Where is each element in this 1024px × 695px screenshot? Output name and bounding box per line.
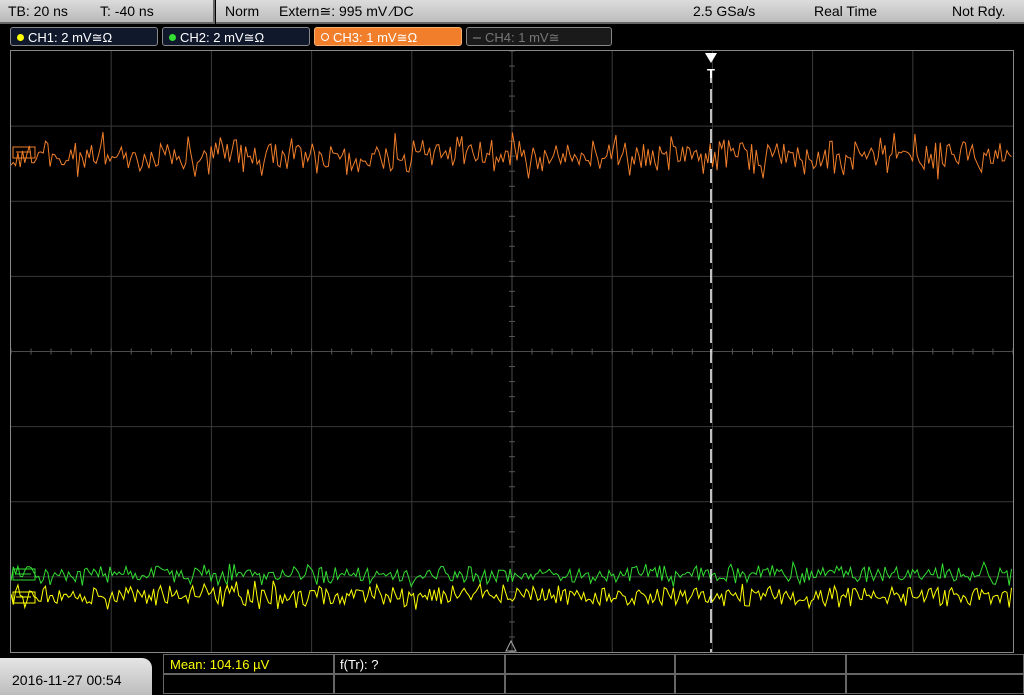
channel-4-off-icon [473,37,481,39]
channel-2-label: CH2: 2 mV≅Ω [180,30,265,45]
channel-3-label: CH3: 1 mV≅Ω [333,30,418,45]
trigger-marker-label: T [707,66,715,81]
measurement-cell-1[interactable]: Mean: 104.16 µV [163,654,334,674]
measurement-panel[interactable]: Mean: 104.16 µV f(Tr): ? [163,654,1024,695]
channel-1-trace [11,580,1012,610]
sample-rate: 2.5 GSa/s [693,3,756,19]
acquisition-mode: Real Time [814,3,878,19]
measurement-cell-8[interactable] [505,674,675,694]
datetime-box: 2016-11-27 00:54 [0,658,152,695]
timebase-label: TB: 20 ns [8,3,68,19]
channel-2-trace [11,560,1012,588]
footer-bar: 2016-11-27 00:54 Mean: 104.16 µV f(Tr): … [0,654,1024,695]
acquisition-bar[interactable]: Norm Extern≅: 995 mV ∕DC 2.5 GSa/s Real … [216,0,1024,24]
channel-1-label: CH1: 2 mV≅Ω [28,30,113,45]
measurement-cell-4[interactable] [675,654,846,674]
channel-3-button[interactable]: CH3: 1 mV≅Ω [314,27,462,46]
measurement-mean: Mean: 104.16 µV [170,657,270,672]
measurement-cell-9[interactable] [675,674,846,694]
status-indicator: Not Rdy. [952,3,1006,19]
measurement-cell-6[interactable] [163,674,334,694]
measurement-cell-5[interactable] [846,654,1024,674]
datetime-label: 2016-11-27 00:54 [12,672,122,688]
channel-1-button[interactable]: CH1: 2 mV≅Ω [10,27,158,46]
top-bar: TB: 20 ns T: -40 ns Norm Extern≅: 995 mV… [0,0,1024,24]
channel-2-button[interactable]: CH2: 2 mV≅Ω [162,27,310,46]
measurement-cell-3[interactable] [505,654,675,674]
trigger-position-icon[interactable] [705,53,717,63]
trigger-mode: Norm [225,3,260,19]
trigger-source: Extern≅: 995 mV ∕DC [279,3,414,19]
measurement-cell-2[interactable]: f(Tr): ? [334,654,505,674]
horizontal-reference-icon[interactable] [505,639,517,652]
measurement-cell-7[interactable] [334,674,505,694]
waveform-area[interactable]: T [11,51,1013,652]
measurement-rise-frequency: f(Tr): ? [340,657,379,672]
channel-2-dot-icon [169,34,176,41]
channel-3-dot-icon [321,33,329,41]
channel-row: CH1: 2 mV≅Ω CH2: 2 mV≅Ω CH3: 1 mV≅Ω CH4:… [0,25,1024,49]
channel-3-trace [11,132,1012,180]
channel-1-dot-icon [17,34,24,41]
trigger-time-label: T: -40 ns [100,3,154,19]
channel-4-button[interactable]: CH4: 1 mV≅ [466,27,612,46]
timebase-box[interactable]: TB: 20 ns T: -40 ns [0,0,215,24]
measurement-cell-10[interactable] [846,674,1024,694]
channel-4-label: CH4: 1 mV≅ [485,30,560,45]
